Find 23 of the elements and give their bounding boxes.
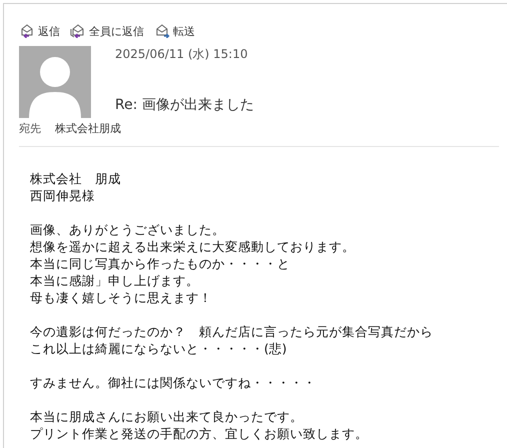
body-text: プリント作業と発送の手配の方、宜しくお願い致します。 (30, 425, 369, 442)
body-text: 今の遺影は何だったのか？ 頼んだ店に言ったら元が集合写真だから (30, 323, 434, 340)
body-text: 本当に感謝」申し上げます。 (30, 272, 200, 289)
to-label: 宛先 (19, 121, 41, 136)
body-text: 母も凄く嬉しそうに思えます！ (30, 289, 213, 306)
reply-all-button[interactable]: 全員に返信 (70, 24, 144, 38)
body-text: 想像を遥かに超える出来栄えに大変感動しております。 (30, 238, 356, 255)
reply-button[interactable]: 返信 (19, 24, 60, 38)
body-text: これ以上は綺麗にならないと・・・・・(悲) (30, 340, 288, 357)
envelope-icon (19, 24, 35, 38)
body-text: 本当に同じ写真から作ったものか・・・・と (30, 255, 291, 272)
body-text: 本当に朋成さんにお願い出来て良かったです。 (30, 408, 304, 425)
envelope-icon (154, 24, 170, 38)
body-text: すみません。御社には関係ないですね・・・・・ (30, 374, 317, 391)
body-text: 画像、ありがとうございました。 (30, 221, 226, 238)
envelope-icon (70, 24, 86, 38)
body-text: 西岡伸晃様 (30, 187, 96, 204)
avatar-icon (19, 46, 91, 118)
recipient: 株式会社朋成 (55, 121, 121, 136)
body-text: 株式会社 朋成 (30, 170, 122, 187)
sent-date: 2025/06/11 (水) 15:10 (115, 46, 249, 63)
subject: Re: 画像が出来ました (115, 96, 254, 114)
forward-button[interactable]: 転送 (154, 24, 195, 38)
